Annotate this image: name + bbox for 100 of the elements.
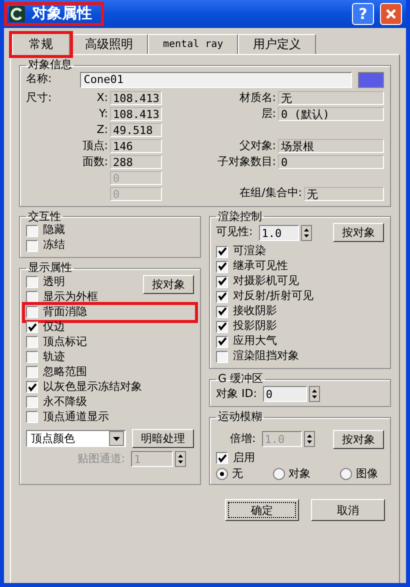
field-label: X: (96, 92, 108, 104)
checkbox-label: 应用大气 (233, 335, 277, 348)
color-swatch[interactable] (358, 72, 384, 88)
checkbox-label: 顶点通道显示 (43, 411, 109, 424)
by-object-button[interactable]: 按对象 (333, 223, 384, 242)
field-label: 材质名: (238, 92, 276, 104)
checkbox-label: 冻结 (43, 239, 65, 252)
checkbox-label: 轨迹 (43, 351, 65, 364)
group-title: 对象信息 (27, 59, 73, 72)
field-label: 可见性: (216, 226, 253, 240)
checkbox[interactable] (26, 336, 38, 348)
checkbox[interactable] (26, 240, 38, 252)
radio-label: 无 (232, 468, 243, 480)
check-icon (28, 322, 36, 332)
dialog-button[interactable]: 取消 (311, 499, 385, 522)
checkbox[interactable] (26, 321, 38, 334)
checkbox[interactable] (26, 276, 38, 288)
spinner-arrows-icon[interactable] (300, 224, 312, 241)
checkbox[interactable] (216, 260, 228, 273)
checkbox[interactable] (216, 320, 228, 333)
value-field: 0 (278, 155, 384, 170)
checkbox[interactable] (26, 351, 38, 364)
dropdown[interactable]: 顶点颜色 (26, 430, 126, 447)
checkbox[interactable] (26, 366, 38, 378)
field-label: 父对象: (238, 140, 276, 152)
value-field: 108.413 (110, 107, 162, 122)
checkbox[interactable] (216, 452, 228, 464)
field-label: 尺寸: (26, 92, 53, 104)
field-label: 顶点: (81, 140, 108, 152)
spinner-arrows-icon[interactable] (304, 431, 315, 448)
by-object-button[interactable]: 按对象 (333, 430, 384, 449)
name-field[interactable]: Cone01 (80, 72, 352, 88)
checkbox-label: 顶点标记 (43, 336, 87, 349)
checkbox[interactable] (26, 396, 38, 408)
checkbox[interactable] (216, 336, 228, 348)
checkbox-label: 永不降级 (43, 396, 87, 409)
checkbox-label: 忽略范围 (43, 366, 87, 379)
visibility-field[interactable]: 1.0 (258, 224, 299, 241)
spinner-arrows-icon[interactable] (308, 386, 320, 402)
checkbox-label: 对反射/折射可见 (233, 290, 314, 304)
field-label: Y: (98, 108, 108, 120)
checkbox[interactable] (216, 306, 228, 318)
value-field: 288 (110, 155, 162, 170)
by-object-button[interactable]: 按对象 (143, 274, 194, 294)
spinner-arrows-icon[interactable] (175, 450, 186, 467)
checkbox[interactable] (216, 276, 228, 288)
checkbox-label: 对摄影机可见 (233, 275, 299, 288)
checkbox[interactable] (216, 246, 228, 258)
checkbox-label: 投影阴影 (233, 320, 277, 334)
tab[interactable]: 用户定义 (238, 34, 316, 54)
object-id-field[interactable]: 0 (262, 386, 307, 402)
checkbox-label: 背面消隐 (43, 306, 87, 319)
tab[interactable]: 常规 (12, 33, 70, 55)
group-title: 显示属性 (27, 262, 73, 275)
checkbox-label: 继承可见性 (233, 260, 288, 274)
group-title: G 缓冲区 (217, 373, 264, 386)
radio-button[interactable] (272, 468, 284, 480)
checkbox[interactable] (216, 290, 228, 303)
checkbox-label: 隐藏 (43, 224, 65, 238)
highlight-frame (9, 31, 73, 58)
close-icon (385, 8, 397, 20)
shading-button[interactable]: 明暗处理 (132, 428, 194, 448)
checkbox-label: 透明 (43, 276, 65, 289)
checkbox-label: 显示为外框 (43, 291, 98, 304)
checkbox[interactable] (26, 224, 38, 237)
field-label: 对象 ID: (216, 388, 257, 400)
tab[interactable]: 高级照明 (70, 34, 148, 54)
checkbox-label: 以灰色显示冻结对象 (43, 381, 142, 394)
checkbox[interactable] (26, 291, 38, 304)
caret-icon (109, 430, 124, 446)
value-field: 0 (默认) (278, 107, 384, 122)
help-button[interactable]: ? (352, 3, 374, 25)
field-label: 在组/集合中: (238, 187, 302, 202)
checkbox-label: 仅边 (43, 321, 65, 334)
close-button[interactable] (380, 3, 402, 25)
field-label: 贴图通道: (77, 452, 125, 466)
radio-button[interactable] (340, 468, 352, 480)
field-label: 层: (260, 108, 276, 120)
value-field: 49.518 (110, 123, 162, 138)
checkbox[interactable] (26, 381, 38, 394)
tab[interactable]: mental ray (148, 34, 238, 54)
radio-button[interactable] (216, 468, 228, 480)
check-icon (28, 382, 36, 392)
field-label: 子对象数目: (216, 156, 276, 168)
checkbox-label: 启用 (233, 452, 255, 464)
app-icon (8, 5, 26, 23)
window-title: 对象属性 (32, 5, 93, 23)
checkbox-label: 渲染阻挡对象 (233, 350, 299, 364)
field-label: Z: (96, 124, 108, 136)
field-label: 面数: (81, 156, 108, 168)
value-field: 无 (304, 187, 384, 202)
checkbox[interactable] (26, 306, 38, 318)
checkbox-label: 可渲染 (233, 245, 266, 258)
radio-label: 对象 (288, 468, 310, 480)
checkbox[interactable] (216, 350, 228, 363)
dialog-button[interactable]: 确定 (225, 499, 299, 522)
value-field: 146 (110, 139, 162, 154)
checkbox[interactable] (26, 411, 38, 424)
value-field: 场景根 (278, 139, 384, 154)
check-icon (218, 454, 226, 463)
